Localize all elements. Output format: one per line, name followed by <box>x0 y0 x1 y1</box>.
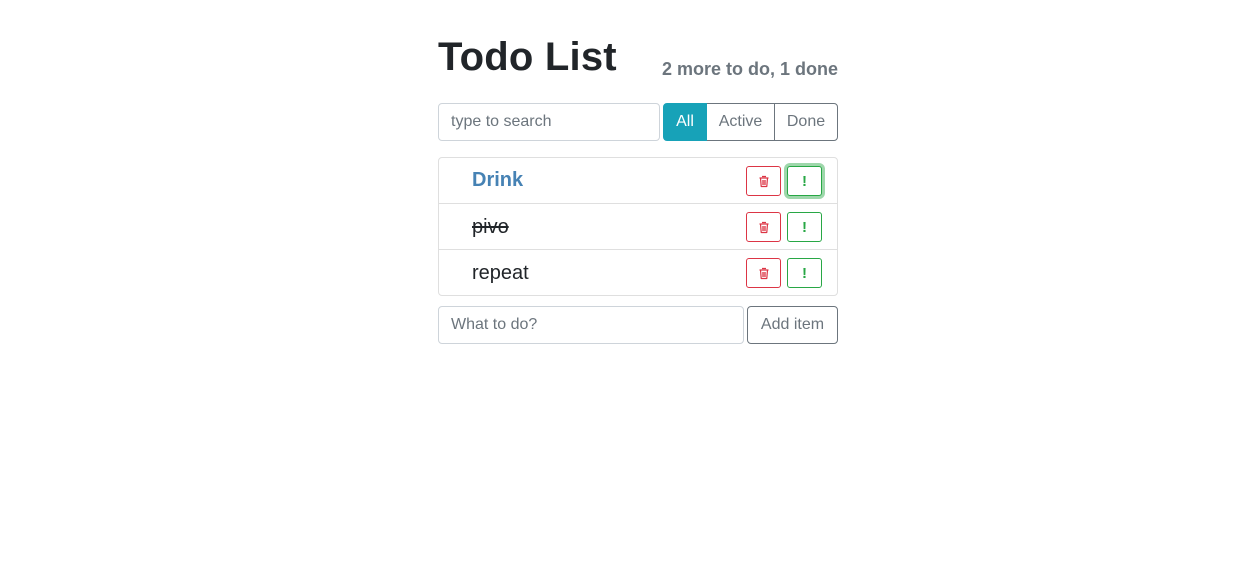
todo-status-counter: 2 more to do, 1 done <box>661 59 838 79</box>
search-panel: All Active Done <box>438 103 838 141</box>
filter-done-button[interactable]: Done <box>774 103 838 141</box>
todo-label[interactable]: pivo <box>472 204 509 250</box>
page-title: Todo List <box>438 35 617 79</box>
todo-label[interactable]: repeat <box>472 250 529 296</box>
new-todo-input[interactable] <box>438 306 744 344</box>
status-filter: All Active Done <box>663 103 838 141</box>
todo-app: Todo List 2 more to do, 1 done All Activ… <box>438 34 838 344</box>
mark-important-button[interactable]: ! <box>787 166 822 196</box>
delete-button[interactable] <box>746 166 781 196</box>
app-header: Todo List 2 more to do, 1 done <box>438 34 838 104</box>
todo-list: Drink ! pivo ! repeat ! <box>438 157 838 296</box>
todo-list-item: pivo ! <box>439 203 837 249</box>
add-item-button[interactable]: Add item <box>747 306 838 344</box>
delete-button[interactable] <box>746 258 781 288</box>
mark-important-button[interactable]: ! <box>787 212 822 242</box>
mark-important-button[interactable]: ! <box>787 258 822 288</box>
todo-label[interactable]: Drink <box>472 158 523 203</box>
delete-button[interactable] <box>746 212 781 242</box>
trash-icon <box>759 175 768 187</box>
todo-list-item: Drink ! <box>439 158 837 203</box>
filter-active-button[interactable]: Active <box>706 103 775 141</box>
trash-icon <box>759 221 768 233</box>
filter-all-button[interactable]: All <box>663 103 707 141</box>
todo-list-item: repeat ! <box>439 249 837 295</box>
trash-icon <box>759 267 768 279</box>
search-input[interactable] <box>438 103 660 141</box>
add-item-form: Add item <box>438 306 838 344</box>
